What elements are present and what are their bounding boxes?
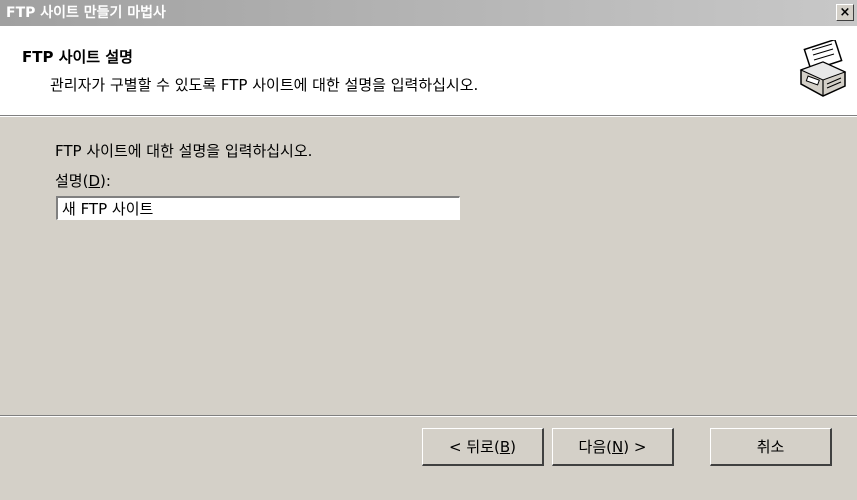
back-button-suffix: ) — [510, 437, 516, 456]
next-button[interactable]: 다음(N) > — [552, 428, 674, 466]
close-button[interactable]: × — [836, 4, 854, 21]
page-subtitle: 관리자가 구별할 수 있도록 FTP 사이트에 대한 설명을 입력하십시오. — [50, 76, 479, 94]
header-separator — [0, 116, 857, 117]
footer-separator-highlight — [0, 416, 857, 417]
close-icon: × — [839, 5, 851, 20]
title-bar: FTP 사이트 만들기 마법사 × — [0, 0, 857, 26]
next-button-suffix: ) > — [623, 437, 647, 456]
description-prompt: FTP 사이트에 대한 설명을 입력하십시오. — [55, 142, 313, 160]
description-label: 설명(D): — [55, 170, 111, 191]
description-label-prefix: 설명( — [55, 172, 89, 190]
next-button-accel: N — [612, 437, 624, 456]
description-label-accel: D — [88, 172, 101, 190]
window-title: FTP 사이트 만들기 마법사 — [6, 5, 166, 21]
back-button[interactable]: < 뒤로(B) — [422, 428, 544, 466]
back-button-prefix: < 뒤로( — [449, 438, 500, 456]
wizard-header: FTP 사이트 설명 관리자가 구별할 수 있도록 FTP 사이트에 대한 설명… — [0, 26, 857, 116]
cancel-button-label: 취소 — [756, 438, 785, 456]
next-button-prefix: 다음( — [578, 438, 612, 456]
back-button-accel: B — [499, 437, 511, 456]
description-label-suffix: ): — [100, 172, 111, 190]
page-title: FTP 사이트 설명 — [22, 48, 133, 66]
cancel-button[interactable]: 취소 — [710, 428, 832, 466]
description-input[interactable] — [56, 196, 460, 220]
wizard-printer-icon — [799, 40, 847, 97]
